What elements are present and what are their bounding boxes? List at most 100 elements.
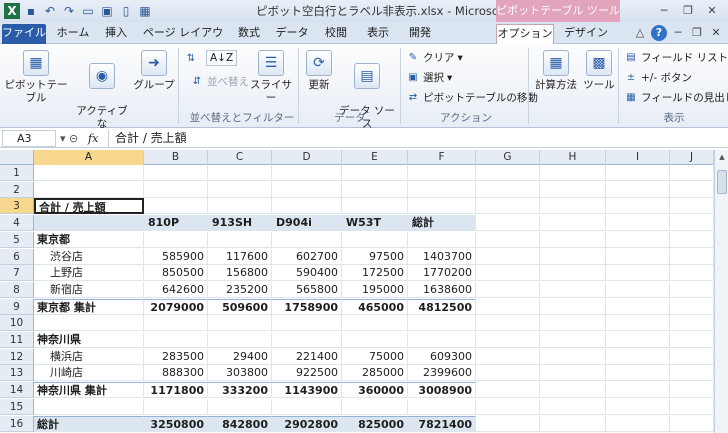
row-header[interactable]: 9 bbox=[0, 298, 34, 315]
cell-a13[interactable]: 川崎店 bbox=[34, 365, 144, 382]
cell-d7[interactable]: 590400 bbox=[272, 265, 342, 282]
cell-b14[interactable]: 1171800 bbox=[144, 382, 208, 399]
cell-h7[interactable] bbox=[540, 265, 606, 282]
row-header[interactable]: 11 bbox=[0, 332, 34, 348]
cell-f4[interactable]: 総計 bbox=[408, 215, 476, 232]
cell-j12[interactable] bbox=[670, 348, 714, 365]
cell-c2[interactable] bbox=[208, 181, 272, 198]
cell-a16[interactable]: 総計 bbox=[34, 415, 144, 432]
cell-i8[interactable] bbox=[606, 281, 670, 298]
cell-i2[interactable] bbox=[606, 181, 670, 198]
tab-options[interactable]: オプション bbox=[496, 24, 554, 45]
cell-h10[interactable] bbox=[540, 315, 606, 332]
cell-e2[interactable] bbox=[342, 181, 408, 198]
cell-e16[interactable]: 825000 bbox=[342, 415, 408, 432]
move-pivot-button[interactable]: ⇄ ピボットテーブルの移動 bbox=[406, 90, 538, 105]
column-header-g[interactable]: G bbox=[476, 150, 540, 165]
cell-c5[interactable] bbox=[208, 231, 272, 248]
cell-f16[interactable]: 7821400 bbox=[408, 415, 476, 432]
cell-d6[interactable]: 602700 bbox=[272, 248, 342, 265]
cell-b15[interactable] bbox=[144, 398, 208, 415]
cell-d10[interactable] bbox=[272, 315, 342, 332]
cell-b10[interactable] bbox=[144, 315, 208, 332]
cell-g16[interactable] bbox=[476, 415, 540, 432]
column-header-j[interactable]: J bbox=[670, 150, 714, 165]
cell-i7[interactable] bbox=[606, 265, 670, 282]
cell-e12[interactable]: 75000 bbox=[342, 348, 408, 365]
cell-g8[interactable] bbox=[476, 281, 540, 298]
cell-h1[interactable] bbox=[540, 165, 606, 181]
cell-j9[interactable] bbox=[670, 298, 714, 315]
excel-icon[interactable]: X bbox=[4, 3, 20, 19]
cell-f10[interactable] bbox=[408, 315, 476, 332]
scroll-thumb[interactable] bbox=[717, 170, 727, 194]
doc-restore-icon[interactable]: ❐ bbox=[689, 25, 705, 41]
column-header-e[interactable]: E bbox=[342, 150, 408, 165]
tab-insert[interactable]: 挿入 bbox=[96, 24, 136, 44]
cell-f13[interactable]: 2399600 bbox=[408, 365, 476, 382]
cell-f1[interactable] bbox=[408, 165, 476, 181]
cell-i13[interactable] bbox=[606, 365, 670, 382]
cell-h3[interactable] bbox=[540, 198, 606, 215]
column-header-f[interactable]: F bbox=[408, 150, 476, 165]
cell-h6[interactable] bbox=[540, 248, 606, 265]
cell-g7[interactable] bbox=[476, 265, 540, 282]
cell-f11[interactable] bbox=[408, 332, 476, 348]
cell-b4[interactable]: 810P bbox=[144, 215, 208, 232]
row-header[interactable]: 16 bbox=[0, 415, 34, 432]
cell-g9[interactable] bbox=[476, 298, 540, 315]
cell-h11[interactable] bbox=[540, 332, 606, 348]
cell-f8[interactable]: 1638600 bbox=[408, 281, 476, 298]
cell-h2[interactable] bbox=[540, 181, 606, 198]
help-icon[interactable]: ? bbox=[651, 25, 667, 41]
cell-i15[interactable] bbox=[606, 398, 670, 415]
cell-e10[interactable] bbox=[342, 315, 408, 332]
cell-j2[interactable] bbox=[670, 181, 714, 198]
cell-d4[interactable]: D904i bbox=[272, 215, 342, 232]
tools-button[interactable]: ▩ ツール bbox=[582, 50, 616, 92]
cell-b8[interactable]: 642600 bbox=[144, 281, 208, 298]
tab-view[interactable]: 表示 bbox=[358, 24, 398, 44]
cell-c11[interactable] bbox=[208, 332, 272, 348]
cell-c13[interactable]: 303800 bbox=[208, 365, 272, 382]
cell-e9[interactable]: 465000 bbox=[342, 298, 408, 315]
cell-h16[interactable] bbox=[540, 415, 606, 432]
formula-input[interactable]: 合計 / 売上額 bbox=[108, 130, 714, 147]
cell-d3[interactable] bbox=[272, 198, 342, 215]
cell-a3[interactable]: 合計 / 売上額 bbox=[34, 198, 144, 215]
plus-minus-button[interactable]: ± +/- ボタン bbox=[624, 70, 692, 85]
undo-icon[interactable]: ↶ bbox=[42, 3, 58, 19]
cell-i5[interactable] bbox=[606, 231, 670, 248]
row-header[interactable]: 6 bbox=[0, 248, 34, 265]
cell-a8[interactable]: 新宿店 bbox=[34, 281, 144, 298]
cell-e6[interactable]: 97500 bbox=[342, 248, 408, 265]
cell-j6[interactable] bbox=[670, 248, 714, 265]
row-header[interactable]: 13 bbox=[0, 365, 34, 382]
cell-c9[interactable]: 509600 bbox=[208, 298, 272, 315]
tab-review[interactable]: 校閲 bbox=[316, 24, 356, 44]
cell-d1[interactable] bbox=[272, 165, 342, 181]
row-header[interactable]: 8 bbox=[0, 281, 34, 298]
cell-c7[interactable]: 156800 bbox=[208, 265, 272, 282]
column-header-b[interactable]: B bbox=[144, 150, 208, 165]
column-header-d[interactable]: D bbox=[272, 150, 342, 165]
cell-a10[interactable] bbox=[34, 315, 144, 332]
cell-c4[interactable]: 913SH bbox=[208, 215, 272, 232]
close-icon[interactable]: ✕ bbox=[700, 2, 724, 20]
cell-j3[interactable] bbox=[670, 198, 714, 215]
refresh-button[interactable]: ⟳ 更新 bbox=[302, 50, 336, 92]
cell-c6[interactable]: 117600 bbox=[208, 248, 272, 265]
cell-b12[interactable]: 283500 bbox=[144, 348, 208, 365]
doc-minimize-icon[interactable]: ─ bbox=[670, 25, 686, 41]
cell-d12[interactable]: 221400 bbox=[272, 348, 342, 365]
cell-j8[interactable] bbox=[670, 281, 714, 298]
cell-j14[interactable] bbox=[670, 382, 714, 399]
cell-e1[interactable] bbox=[342, 165, 408, 181]
cell-a6[interactable]: 渋谷店 bbox=[34, 248, 144, 265]
cell-g14[interactable] bbox=[476, 382, 540, 399]
cell-h14[interactable] bbox=[540, 382, 606, 399]
cell-e3[interactable] bbox=[342, 198, 408, 215]
column-header-i[interactable]: I bbox=[606, 150, 670, 165]
cell-g3[interactable] bbox=[476, 198, 540, 215]
cell-d9[interactable]: 1758900 bbox=[272, 298, 342, 315]
